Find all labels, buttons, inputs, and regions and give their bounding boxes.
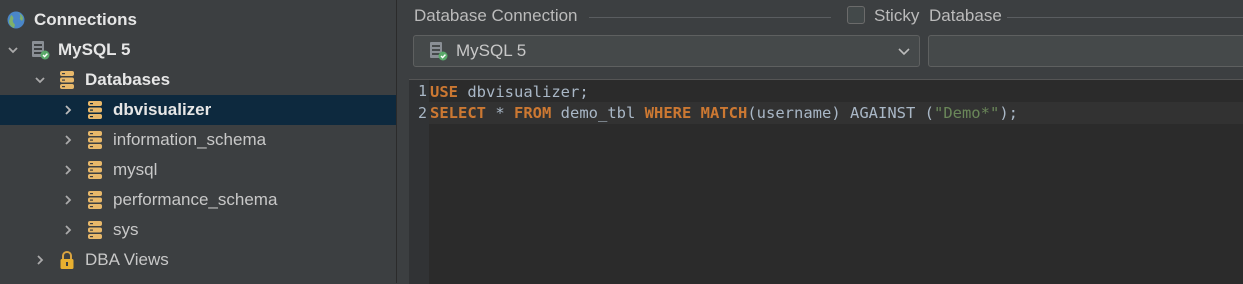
sql-keyword: FROM (514, 104, 552, 122)
section-divider (1007, 17, 1243, 18)
database-icon (85, 219, 105, 241)
sql-string: "Demo*" (933, 104, 1000, 122)
sql-keyword: MATCH (700, 104, 748, 122)
tree-item-label: mysql (113, 160, 158, 179)
code-line-1: USE dbvisualizer; (430, 82, 589, 102)
database-icon (85, 159, 105, 181)
chevron-right-icon[interactable] (61, 163, 75, 177)
tree-item-mysql5[interactable]: MySQL 5 (0, 35, 396, 65)
code-text: demo_tbl (551, 104, 645, 122)
code-text: * (486, 104, 514, 122)
line-number-gutter: 1 2 (409, 80, 429, 284)
database-icon (85, 189, 105, 211)
tree-item-label: DBA Views (85, 250, 169, 269)
sql-code-editor[interactable]: 1 2 USE dbvisualizer; SELECT * FROM demo… (409, 79, 1243, 284)
section-divider (589, 17, 831, 18)
tree-item-dbvisualizer[interactable]: dbvisualizer (0, 95, 396, 125)
tree-item-label: Connections (34, 10, 137, 29)
connection-select[interactable]: MySQL 5 (413, 35, 920, 67)
line-number: 1 (417, 82, 427, 100)
code-text: (username) AGAINST ( (747, 104, 934, 122)
database-select[interactable] (928, 35, 1243, 67)
sticky-label: Sticky (874, 6, 920, 25)
tree-item-information-schema[interactable]: information_schema (0, 125, 396, 155)
lock-icon (57, 249, 77, 271)
sql-keyword: SELECT (430, 104, 486, 122)
tree-item-databases[interactable]: Databases (0, 65, 396, 95)
sql-keyword: WHERE (644, 104, 692, 122)
tree-item-label: dbvisualizer (113, 100, 212, 119)
chevron-right-icon[interactable] (61, 223, 75, 237)
database-icon (85, 129, 105, 151)
chevron-down-icon[interactable] (6, 43, 20, 57)
sql-keyword: USE (430, 83, 458, 101)
code-text: ); (999, 104, 1018, 122)
chevron-down-icon[interactable] (897, 44, 911, 63)
tree-item-label: performance_schema (113, 190, 278, 209)
tree-item-connections[interactable]: Connections (0, 5, 396, 35)
database-icon (85, 99, 105, 121)
chevron-right-icon[interactable] (33, 253, 47, 267)
database-connection-icon (30, 39, 50, 61)
sticky-checkbox[interactable] (847, 6, 865, 24)
chevron-right-icon[interactable] (61, 193, 75, 207)
tree-item-performance-schema[interactable]: performance_schema (0, 185, 396, 215)
chevron-down-icon[interactable] (33, 73, 47, 87)
database-connection-icon (428, 40, 448, 62)
code-text: dbvisualizer; (458, 83, 589, 101)
tree-item-mysql[interactable]: mysql (0, 155, 396, 185)
globe-icon (6, 9, 26, 31)
connections-tree: Connections MySQL 5 Databases dbvisualiz… (0, 0, 396, 283)
tree-item-sys[interactable]: sys (0, 215, 396, 245)
tree-item-label: sys (113, 220, 139, 239)
database-label: Database (929, 6, 1002, 25)
chevron-right-icon[interactable] (61, 133, 75, 147)
chevron-right-icon[interactable] (61, 103, 75, 117)
line-number: 2 (417, 104, 427, 122)
tree-item-dba-views[interactable]: DBA Views (0, 245, 396, 275)
tree-item-label: information_schema (113, 130, 267, 149)
sql-editor-panel: Database Connection Sticky Database MySQ… (397, 0, 1243, 284)
databases-icon (57, 69, 77, 91)
connection-select-value: MySQL 5 (456, 41, 527, 60)
tree-item-label: Databases (85, 70, 171, 89)
code-line-2: SELECT * FROM demo_tbl WHERE MATCH(usern… (430, 103, 1018, 123)
tree-item-label: MySQL 5 (58, 40, 131, 59)
database-connection-label: Database Connection (414, 6, 578, 25)
